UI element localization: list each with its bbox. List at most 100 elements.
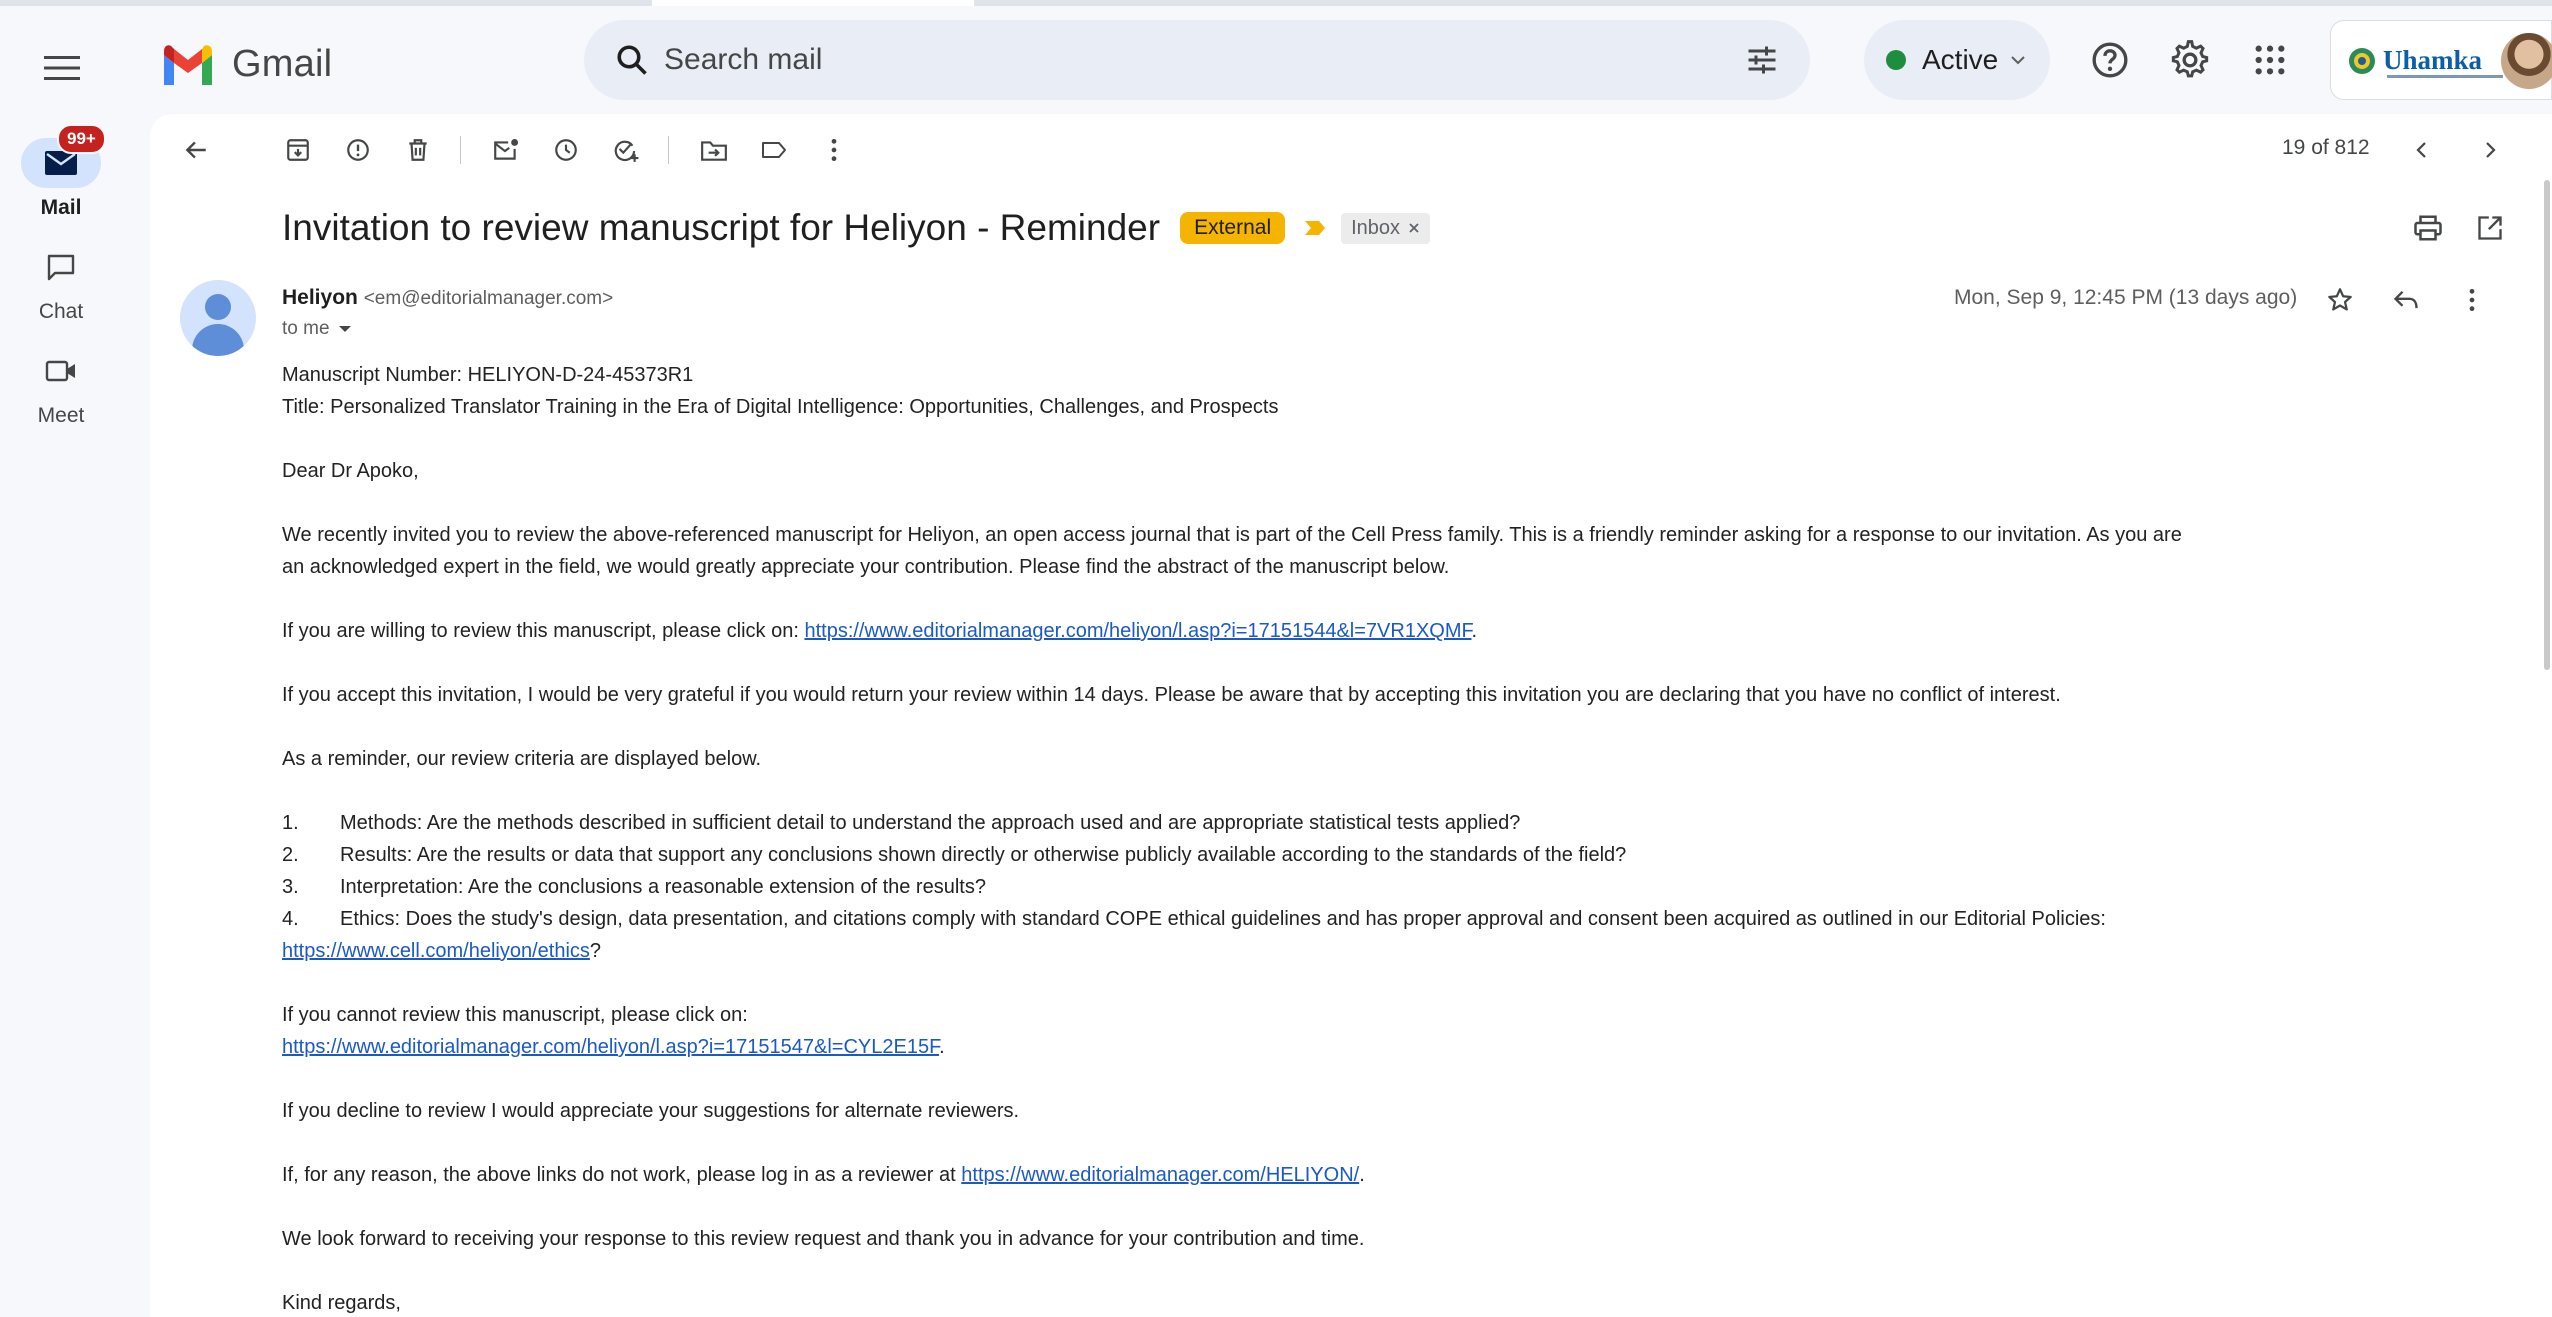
- accept-text: If you are willing to review this manusc…: [282, 620, 805, 642]
- login-paragraph: If, for any reason, the above links do n…: [282, 1159, 2522, 1191]
- nav-meet-label: Meet: [37, 404, 85, 427]
- criteria-number: 4.: [282, 908, 299, 930]
- gear-icon: [2171, 40, 2209, 78]
- arrow-back-icon: [185, 141, 206, 159]
- label-icon: [762, 142, 786, 158]
- toolbar-divider: [460, 136, 461, 164]
- subject-row: Invitation to review manuscript for Heli…: [282, 202, 1431, 254]
- criteria-item: 1. Methods: Are the methods described in …: [282, 807, 2522, 839]
- ethics-policy-link[interactable]: https://www.cell.com/heliyon/ethics: [282, 940, 590, 962]
- chevron-left-icon: [2416, 142, 2426, 158]
- nav-meet-pill[interactable]: [21, 346, 101, 396]
- search-options-icon[interactable]: [1744, 42, 1780, 78]
- nav-chat-label: Chat: [38, 300, 84, 323]
- message-more-button[interactable]: [2452, 280, 2492, 320]
- account-switcher[interactable]: Uhamka: [2330, 20, 2552, 100]
- main-menu-button[interactable]: [30, 36, 94, 100]
- login-suffix: .: [1359, 1164, 1365, 1186]
- back-button[interactable]: [176, 130, 216, 170]
- snooze-button[interactable]: [546, 130, 586, 170]
- manuscript-title: Title: Personalized Translator Training …: [282, 396, 1279, 418]
- apps-grid-icon: [2255, 45, 2285, 75]
- criteria-intro: As a reminder, our review criteria are d…: [282, 748, 762, 770]
- labels-button[interactable]: [754, 130, 794, 170]
- video-camera-icon: [45, 360, 75, 382]
- move-to-folder-icon: [701, 141, 727, 161]
- more-actions-button[interactable]: [814, 130, 854, 170]
- open-new-window-button[interactable]: [2472, 210, 2508, 246]
- accept-review-link[interactable]: https://www.editorialmanager.com/heliyon…: [804, 620, 1471, 642]
- nav-mail-label: Mail: [40, 196, 82, 219]
- criteria-text: Results: Are the results or data that su…: [340, 844, 1627, 866]
- settings-button[interactable]: [2162, 32, 2218, 88]
- star-button[interactable]: [2320, 280, 2360, 320]
- org-emblem-icon: [2349, 47, 2375, 74]
- nav-chat-pill[interactable]: [21, 242, 101, 292]
- criteria-text: Ethics: Does the study's design, data pr…: [340, 908, 2106, 930]
- print-all-button[interactable]: [2410, 210, 2446, 246]
- mark-unread-button[interactable]: [486, 130, 526, 170]
- apps-button[interactable]: [2242, 32, 2298, 88]
- reply-icon: [2393, 291, 2418, 309]
- clock-icon: [555, 139, 577, 161]
- nav-chat[interactable]: Chat: [0, 242, 122, 324]
- criteria-item: 3. Interpretation: Are the conclusions a …: [282, 871, 2522, 903]
- status-label: Active: [1922, 44, 1999, 75]
- org-name: Uhamka: [2383, 45, 2483, 75]
- signoff: Kind regards,: [282, 1292, 401, 1314]
- nav-meet[interactable]: Meet: [0, 346, 122, 428]
- search-input[interactable]: Search mail: [664, 20, 822, 100]
- conflict-paragraph: If you accept this invitation, I would b…: [282, 684, 2061, 706]
- reviewer-login-link[interactable]: https://www.editorialmanager.com/HELIYON…: [961, 1164, 1359, 1186]
- intro-paragraph-line-2: an acknowledged expert in the field, we …: [282, 556, 1450, 578]
- newer-button[interactable]: [2402, 130, 2442, 170]
- recipient-details-toggle[interactable]: to me: [282, 318, 352, 340]
- criteria-item: 4. Ethics: Does the study's design, data …: [282, 903, 2522, 935]
- add-to-tasks-button[interactable]: [606, 130, 646, 170]
- report-spam-button[interactable]: [338, 130, 378, 170]
- login-text: If, for any reason, the above links do n…: [282, 1164, 962, 1186]
- criteria-text: Methods: Are the methods described in su…: [340, 812, 1521, 834]
- reply-button[interactable]: [2386, 280, 2426, 320]
- mark-unread-icon: [494, 139, 519, 160]
- gmail-wordmark: Gmail: [232, 42, 333, 85]
- report-spam-icon: [347, 139, 369, 161]
- person-icon: [205, 294, 231, 320]
- search-icon[interactable]: [614, 42, 650, 78]
- move-to-button[interactable]: [694, 130, 734, 170]
- inbox-label: Inbox: [1351, 216, 1401, 239]
- decline-review-link[interactable]: https://www.editorialmanager.com/heliyon…: [282, 1036, 939, 1058]
- gmail-logo[interactable]: Gmail: [160, 36, 332, 92]
- recipient-label: to me: [282, 318, 330, 339]
- nav-mail-pill[interactable]: 99+: [21, 124, 106, 188]
- print-icon: [2414, 215, 2442, 241]
- hamburger-menu-icon: [44, 56, 80, 80]
- search-bar[interactable]: Search mail: [584, 20, 1810, 100]
- page-scrollbar[interactable]: [2544, 180, 2550, 670]
- trash-icon: [409, 139, 427, 161]
- sender-name[interactable]: Heliyon: [282, 286, 358, 309]
- nav-mail[interactable]: 99+ Mail: [0, 124, 122, 220]
- open-in-new-icon: [2478, 216, 2502, 240]
- older-button[interactable]: [2470, 130, 2510, 170]
- intro-paragraph-line-1: We recently invited you to review the ab…: [282, 524, 2182, 546]
- message-toolbar: 19 of 812: [150, 114, 2552, 184]
- remove-label-icon[interactable]: [1408, 222, 1420, 234]
- user-avatar[interactable]: [2501, 33, 2552, 89]
- criteria-text: Interpretation: Are the conclusions a re…: [340, 876, 986, 898]
- sender-avatar[interactable]: [180, 280, 256, 356]
- decline-text: If you cannot review this manuscript, pl…: [282, 1004, 748, 1026]
- delete-button[interactable]: [398, 130, 438, 170]
- app-header: Gmail Search mail Active Uhamka: [0, 6, 2552, 114]
- more-vertical-icon: [2469, 288, 2475, 312]
- support-button[interactable]: [2082, 32, 2138, 88]
- email-subject: Invitation to review manuscript for Heli…: [282, 207, 1161, 248]
- message-date: Mon, Sep 9, 12:45 PM (13 days ago): [1954, 286, 2298, 309]
- star-icon: [2328, 288, 2352, 311]
- unread-badge: 99+: [57, 124, 106, 154]
- archive-button[interactable]: [278, 130, 318, 170]
- importance-marker-icon[interactable]: [1303, 219, 1327, 237]
- status-selector[interactable]: Active: [1864, 20, 2050, 100]
- manuscript-number: Manuscript Number: HELIYON-D-24-45373R1: [282, 364, 694, 386]
- ethics-suffix: ?: [589, 940, 602, 962]
